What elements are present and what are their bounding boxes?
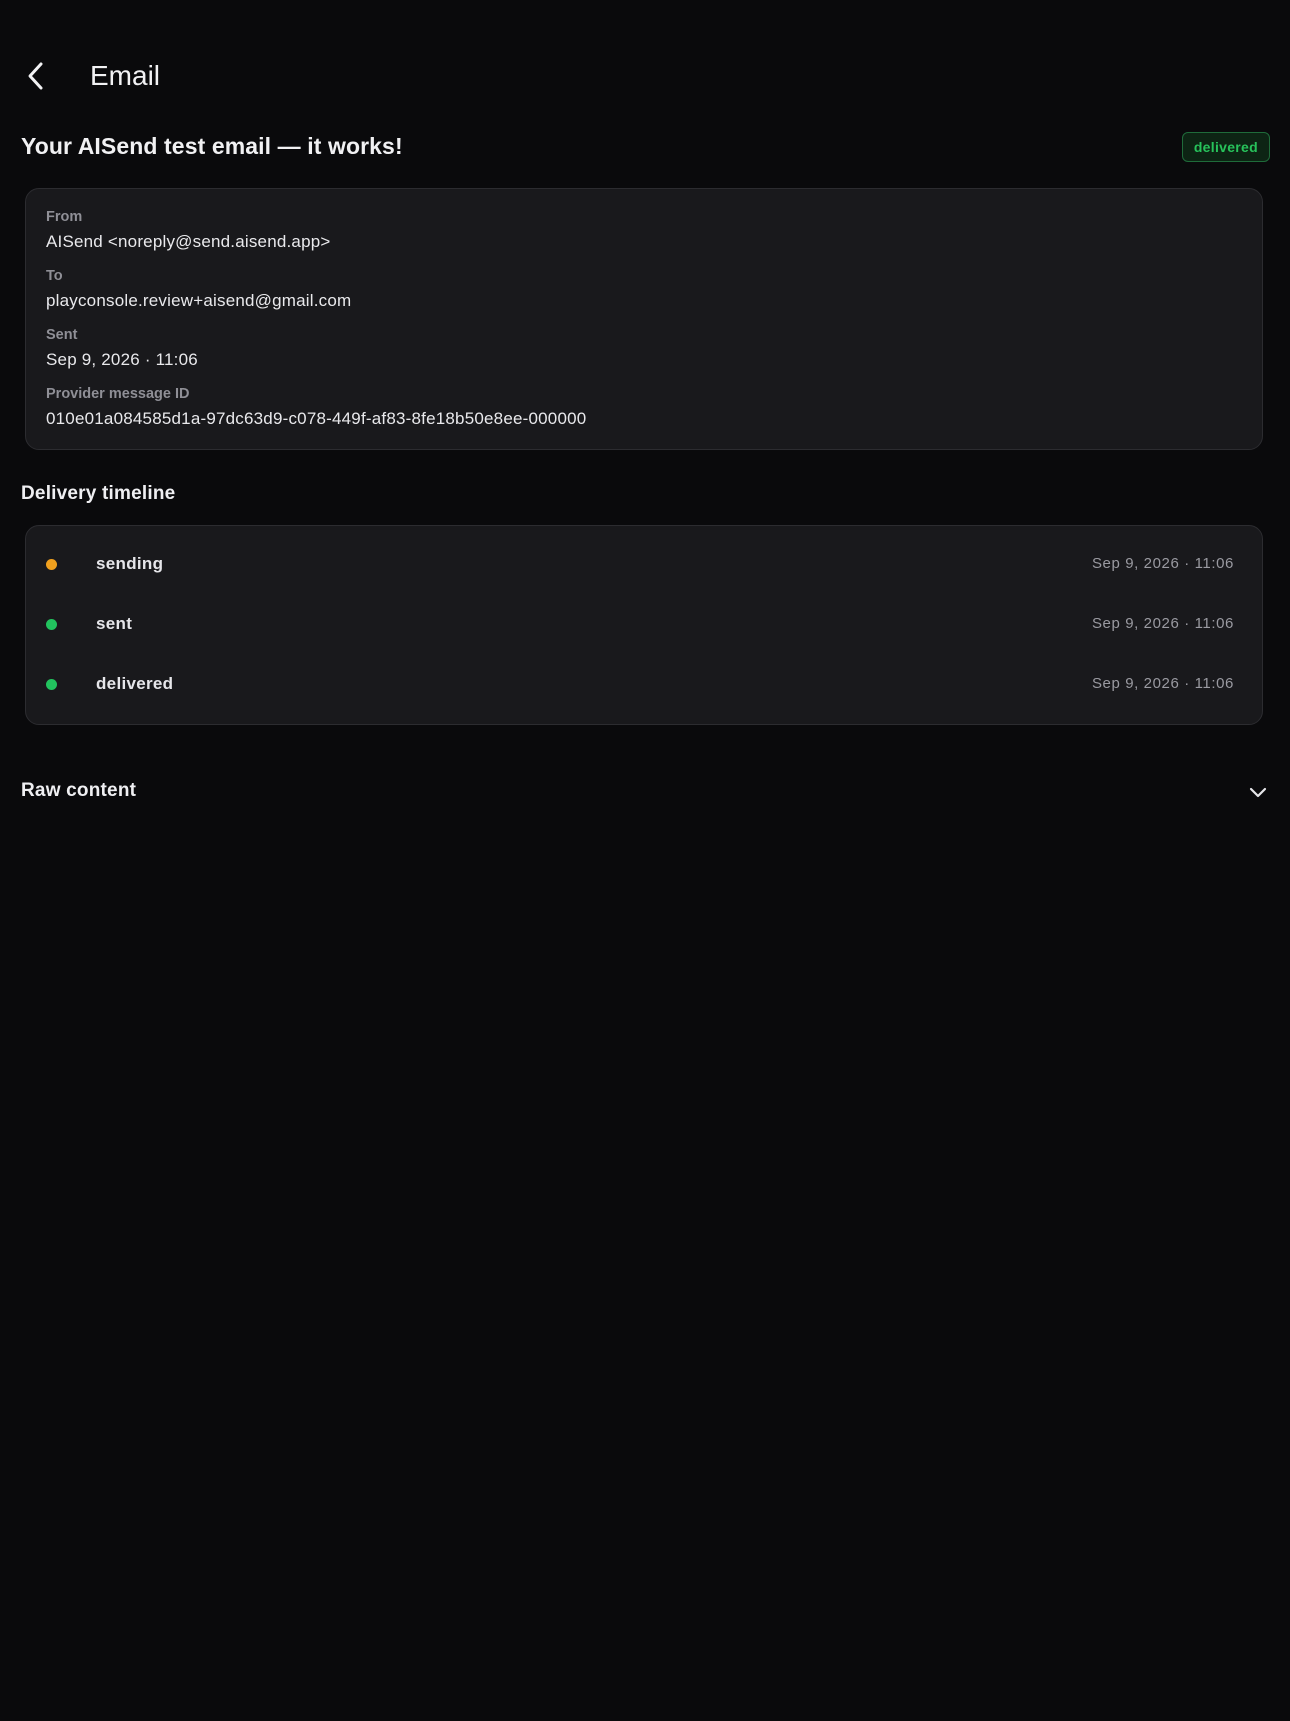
status-dot-icon — [46, 619, 57, 630]
email-details-card: From AISend <noreply@send.aisend.app> To… — [25, 188, 1263, 450]
raw-content-toggle[interactable]: Raw content — [0, 770, 1290, 812]
timeline-event-label: sending — [96, 554, 164, 573]
message-id-label: Provider message ID — [46, 386, 190, 402]
status-badge: delivered — [1181, 132, 1270, 162]
page-title: Email — [90, 60, 161, 91]
status-dot-icon — [46, 679, 57, 690]
status-dot-icon — [46, 559, 57, 570]
app-bar: Email — [0, 44, 1290, 108]
timeline-event: sent Sep 9, 2026 · 11:06 — [26, 595, 1262, 655]
to-label: To — [46, 268, 63, 284]
to-value: playconsole.review+aisend@gmail.com — [46, 291, 352, 310]
timeline-event-time: Sep 9, 2026 · 11:06 — [1091, 555, 1234, 572]
from-value: AISend <noreply@send.aisend.app> — [46, 232, 331, 251]
from-label: From — [46, 209, 83, 225]
chevron-down-icon — [1249, 787, 1267, 798]
sent-label: Sent — [46, 327, 78, 343]
timeline-event: delivered Sep 9, 2026 · 11:06 — [26, 655, 1262, 715]
email-subject: Your AISend test email — it works! — [21, 133, 403, 159]
raw-content-heading: Raw content — [21, 780, 137, 801]
timeline-event-time: Sep 9, 2026 · 11:06 — [1091, 615, 1234, 632]
timeline-event: sending Sep 9, 2026 · 11:06 — [26, 535, 1262, 595]
message-id-value: 010e01a084585d1a-97dc63d9-c078-449f-af83… — [46, 409, 587, 428]
timeline-event-label: delivered — [96, 674, 174, 693]
timeline-heading: Delivery timeline — [21, 483, 176, 504]
chevron-left-icon — [28, 62, 43, 90]
timeline-event-time: Sep 9, 2026 · 11:06 — [1091, 675, 1234, 692]
sent-value: Sep 9, 2026 · 11:06 — [46, 350, 198, 369]
delivery-timeline-card: sending Sep 9, 2026 · 11:06 sent Sep 9, … — [25, 525, 1263, 725]
back-button[interactable] — [14, 54, 58, 98]
timeline-event-label: sent — [96, 614, 133, 633]
